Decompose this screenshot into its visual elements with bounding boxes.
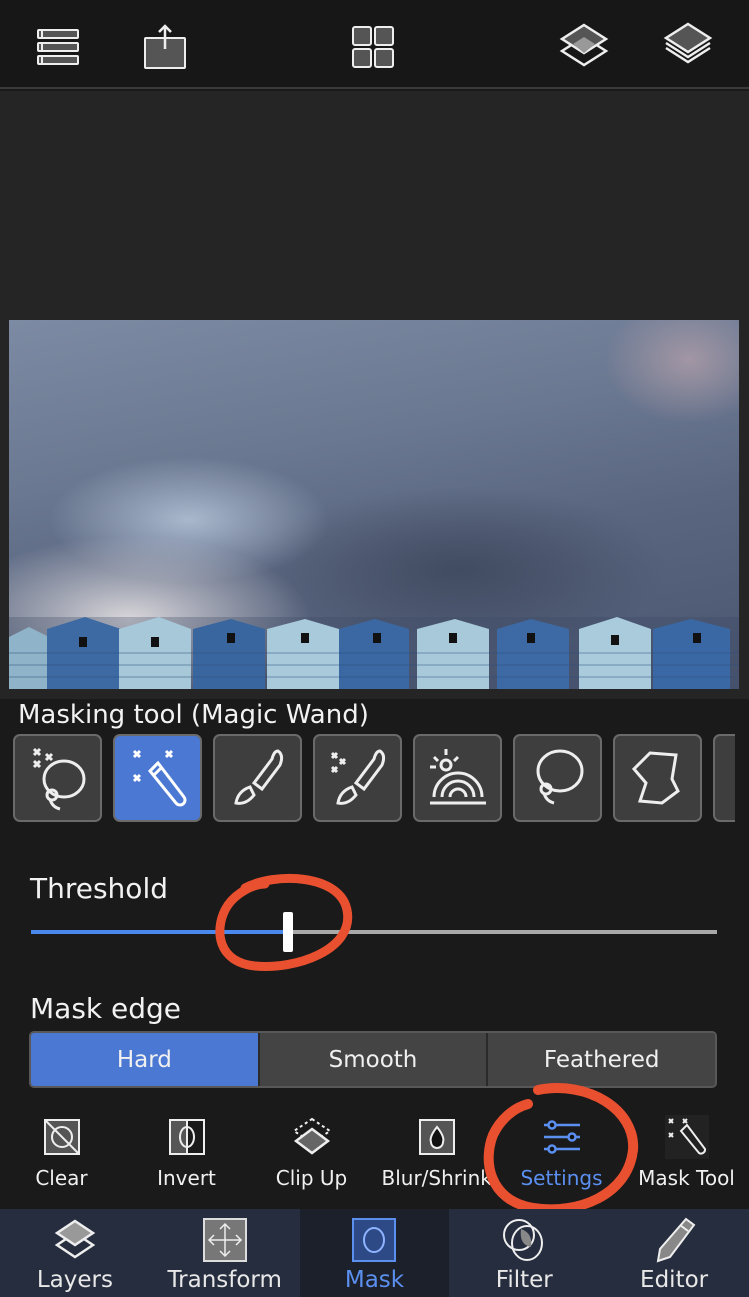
tab-transform[interactable]: Transform <box>150 1209 300 1297</box>
masking-tool-strip[interactable] <box>13 734 735 822</box>
layer-merge-icon[interactable] <box>557 20 611 74</box>
invert-button[interactable]: Invert <box>124 1108 249 1200</box>
lasso-icon <box>536 749 583 805</box>
mask-edge-label: Mask edge <box>30 992 182 1025</box>
mask-icon <box>352 1218 397 1262</box>
clip-up-icon <box>291 1117 332 1155</box>
bottom-tab-bar: Layers Transform Mask Filter Editor <box>0 1209 749 1297</box>
mask-edge-segmented-control: Hard Smooth Feathered <box>29 1031 717 1088</box>
tab-layers[interactable]: Layers <box>0 1209 150 1297</box>
blur-shrink-label: Blur/Shrink <box>381 1166 492 1190</box>
tab-transform-label: Transform <box>167 1267 282 1293</box>
mask-actions-row: Clear Invert Clip Up Blur/Shrink Setting… <box>0 1108 749 1206</box>
mask-tool-wand-icon <box>664 1115 709 1159</box>
top-toolbar <box>0 0 749 89</box>
tool-magic-lasso[interactable] <box>13 734 102 822</box>
mask-edge-hard[interactable]: Hard <box>31 1033 260 1086</box>
clear-label: Clear <box>35 1166 88 1190</box>
polygon-icon <box>631 751 680 805</box>
magic-wand-icon <box>132 749 186 807</box>
canvas-area[interactable] <box>0 91 749 699</box>
tool-more[interactable] <box>713 734 735 822</box>
pencil-icon <box>656 1217 696 1263</box>
tab-mask-label: Mask <box>344 1267 405 1293</box>
threshold-label: Threshold <box>30 872 168 905</box>
magic-brush-icon <box>330 749 385 805</box>
share-icon[interactable] <box>136 20 190 74</box>
settings-button[interactable]: Settings <box>499 1108 624 1200</box>
settings-label: Settings <box>520 1166 603 1190</box>
tab-editor[interactable]: Editor <box>599 1209 749 1297</box>
magic-lasso-icon <box>32 747 85 811</box>
tab-filter[interactable]: Filter <box>449 1209 599 1297</box>
masking-tool-title: Masking tool (Magic Wand) <box>18 700 369 730</box>
threshold-slider[interactable] <box>31 912 717 952</box>
invert-label: Invert <box>157 1166 216 1190</box>
tool-brush[interactable] <box>213 734 302 822</box>
slider-fill <box>31 930 289 934</box>
clear-mask-icon <box>43 1119 80 1155</box>
mask-tool-button[interactable]: Mask Tool <box>624 1108 749 1200</box>
photo-canvas[interactable] <box>9 320 739 689</box>
rainbow-gradient-icon <box>429 749 486 805</box>
clip-up-label: Clip Up <box>275 1166 348 1190</box>
blur-shrink-button[interactable]: Blur/Shrink <box>374 1108 499 1200</box>
tab-mask[interactable]: Mask <box>299 1209 450 1297</box>
layers-icon <box>54 1219 96 1259</box>
grid-icon[interactable] <box>346 20 400 74</box>
transform-icon <box>202 1218 247 1262</box>
tab-filter-label: Filter <box>495 1267 553 1293</box>
list-icon[interactable] <box>32 20 86 74</box>
tool-gradient[interactable] <box>413 734 502 822</box>
brush-icon <box>233 749 283 805</box>
tool-magic-wand[interactable] <box>113 734 202 822</box>
invert-mask-icon <box>168 1119 205 1155</box>
tool-magic-brush[interactable] <box>313 734 402 822</box>
mask-tool-label: Mask Tool <box>638 1166 735 1190</box>
tab-editor-label: Editor <box>640 1267 709 1293</box>
blur-shrink-icon <box>418 1119 455 1155</box>
layers-stack-icon[interactable] <box>661 20 715 74</box>
tool-lasso[interactable] <box>513 734 602 822</box>
tab-layers-label: Layers <box>36 1267 113 1293</box>
slider-thumb[interactable] <box>283 912 294 952</box>
mask-edge-smooth[interactable]: Smooth <box>259 1033 489 1086</box>
beach-huts-image <box>9 617 739 689</box>
filter-icon <box>503 1219 544 1261</box>
settings-sliders-icon <box>543 1120 580 1154</box>
clip-up-button[interactable]: Clip Up <box>249 1108 374 1200</box>
clear-button[interactable]: Clear <box>0 1108 124 1200</box>
tool-polygon[interactable] <box>613 734 702 822</box>
mask-edge-feathered[interactable]: Feathered <box>488 1033 715 1086</box>
